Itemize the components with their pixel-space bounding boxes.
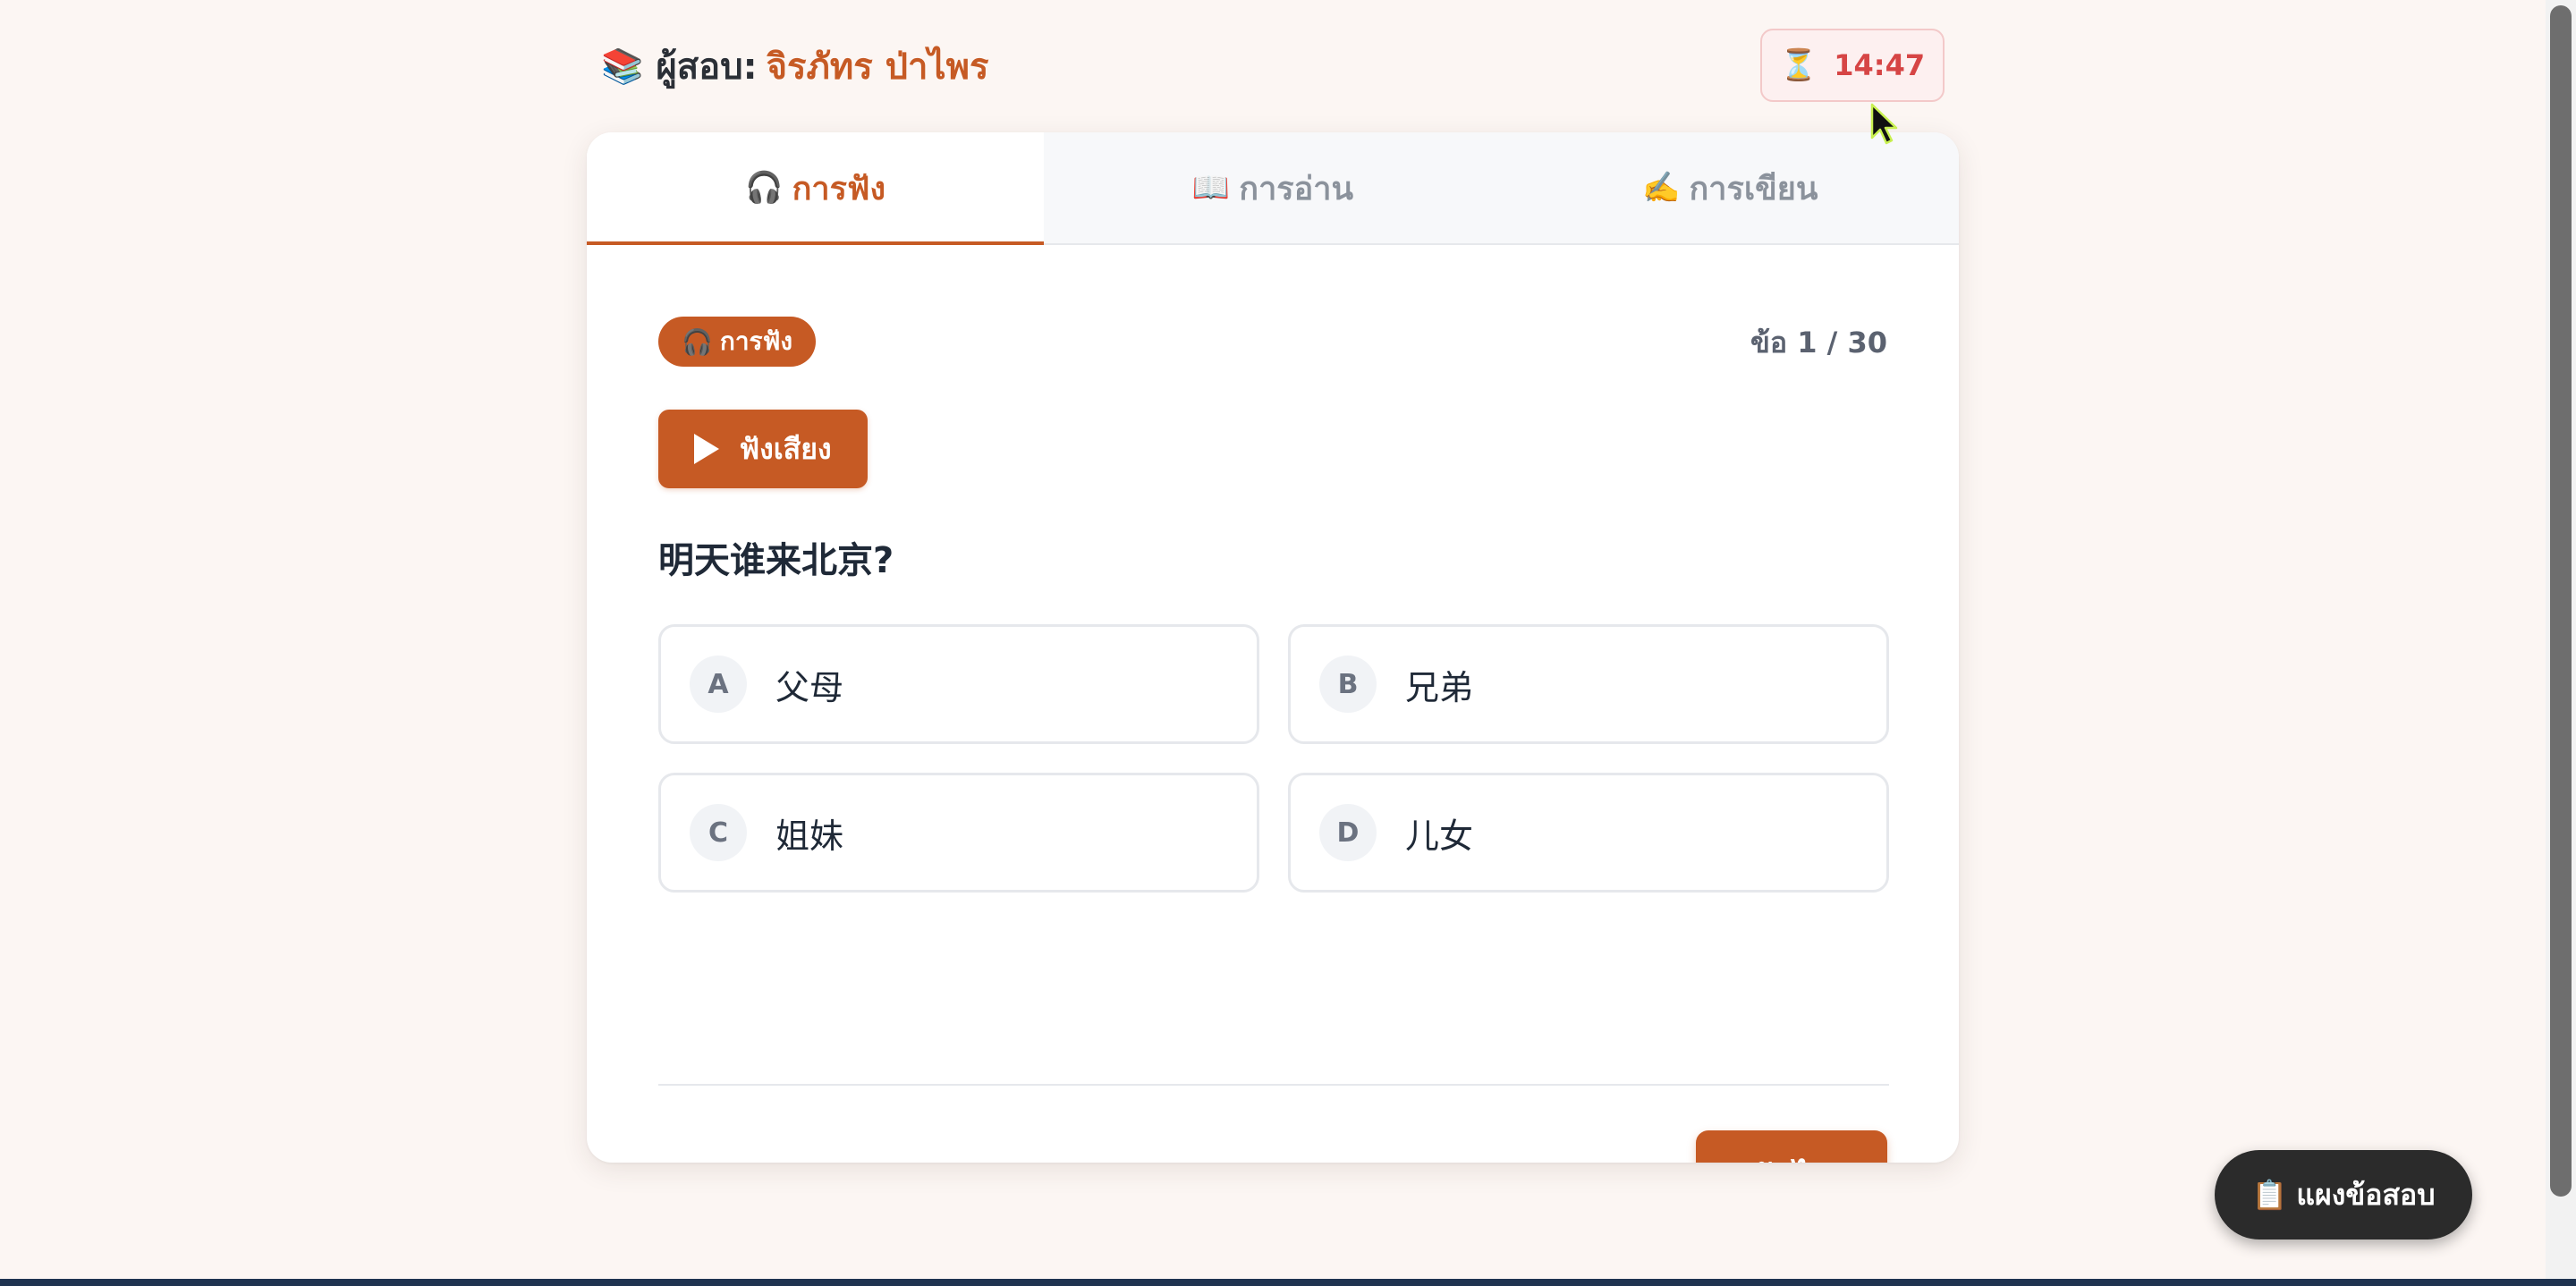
exam-page: 📚 ผู้สอบ: จิรภัทร ป่าไพร ⏳ 14:47 🎧 การฟั…: [0, 0, 2576, 1286]
headphones-icon: 🎧: [682, 326, 713, 357]
option-text: 姐妹: [775, 816, 844, 856]
option-letter: C: [690, 804, 747, 861]
section-tabs: 🎧 การฟัง 📖 การอ่าน ✍️ การเขียน: [587, 132, 1959, 245]
examinee-label: ผู้สอบ:: [656, 47, 758, 88]
examinee-name: จิรภัทร ป่าไพร: [766, 47, 989, 88]
writing-hand-icon: ✍️: [1642, 170, 1681, 206]
clipboard-icon: 📋: [2251, 1178, 2288, 1212]
exam-map-button[interactable]: 📋 แผงข้อสอบ: [2215, 1150, 2472, 1239]
timer-value: 14:47: [1834, 48, 1926, 82]
option-b[interactable]: B 兄弟: [1288, 624, 1889, 744]
hourglass-icon: ⏳: [1779, 47, 1818, 83]
section-badge-label: การฟัง: [719, 326, 793, 356]
book-icon: 📖: [1191, 170, 1231, 206]
books-icon: 📚: [601, 46, 644, 86]
question-card: 🎧 การฟัง 📖 การอ่าน ✍️ การเขียน 🎧 การฟัง …: [587, 132, 1959, 1163]
answer-options: A 父母 B 兄弟 C 姐妹 D 儿女: [658, 624, 1889, 893]
option-letter: A: [690, 656, 747, 713]
exam-map-label: แผงข้อสอบ: [2296, 1177, 2436, 1212]
next-button[interactable]: ถัดไป: [1696, 1130, 1887, 1163]
scrollbar-thumb[interactable]: [2550, 5, 2572, 1197]
section-badge: 🎧 การฟัง: [658, 317, 817, 367]
page-scrollbar[interactable]: [2546, 0, 2576, 1286]
play-audio-label: ฟังเสียง: [739, 431, 832, 466]
play-icon: [694, 434, 720, 464]
mouse-cursor-icon: [1870, 103, 1898, 145]
tab-label: การเขียน: [1689, 170, 1818, 207]
window-bottom-edge: [0, 1279, 2576, 1286]
tab-reading[interactable]: 📖 การอ่าน: [1044, 132, 1501, 243]
play-audio-button[interactable]: ฟังเสียง: [658, 410, 868, 488]
examinee-info: 📚 ผู้สอบ: จิรภัทร ป่าไพร: [601, 43, 988, 89]
option-letter: D: [1319, 804, 1377, 861]
option-d[interactable]: D 儿女: [1288, 773, 1889, 893]
option-letter: B: [1319, 656, 1377, 713]
tab-label: การอ่าน: [1239, 170, 1354, 207]
tab-writing[interactable]: ✍️ การเขียน: [1502, 132, 1959, 243]
countdown-timer: ⏳ 14:47: [1760, 29, 1945, 102]
divider: [658, 1084, 1889, 1086]
tab-label: การฟัง: [792, 170, 886, 207]
question-counter: ข้อ 1 / 30: [1750, 326, 1887, 360]
question-text: 明天谁来北京?: [658, 540, 894, 581]
option-text: 儿女: [1405, 816, 1474, 856]
option-text: 兄弟: [1405, 667, 1474, 707]
headphones-icon: 🎧: [745, 170, 784, 206]
option-c[interactable]: C 姐妹: [658, 773, 1259, 893]
option-text: 父母: [775, 667, 844, 707]
option-a[interactable]: A 父母: [658, 624, 1259, 744]
tab-listening[interactable]: 🎧 การฟัง: [587, 132, 1045, 245]
